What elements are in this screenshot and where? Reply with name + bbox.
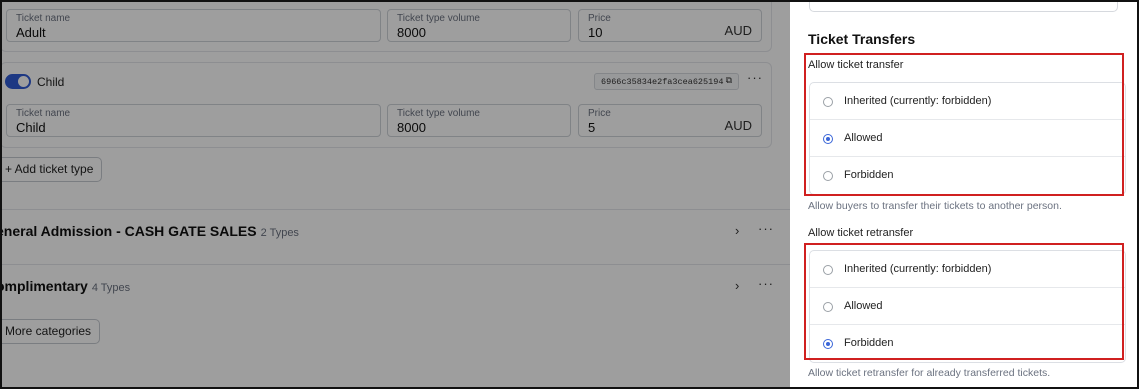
settings-side-panel: Ticket Transfers Allow ticket transfer I… [790, 0, 1139, 389]
retransfer-help-text: Allow ticket retransfer for already tran… [808, 367, 1051, 379]
transfer-highlight-box [804, 53, 1124, 196]
retransfer-group-label: Allow ticket retransfer [808, 227, 914, 239]
previous-field-box [809, 0, 1118, 12]
section-title: Ticket Transfers [808, 31, 916, 47]
ticket-types-editor: Ticket name Adult Ticket type volume 800… [0, 0, 790, 389]
modal-backdrop[interactable] [0, 0, 790, 389]
retransfer-highlight-box [804, 243, 1124, 360]
transfer-help-text: Allow buyers to transfer their tickets t… [808, 200, 1062, 212]
